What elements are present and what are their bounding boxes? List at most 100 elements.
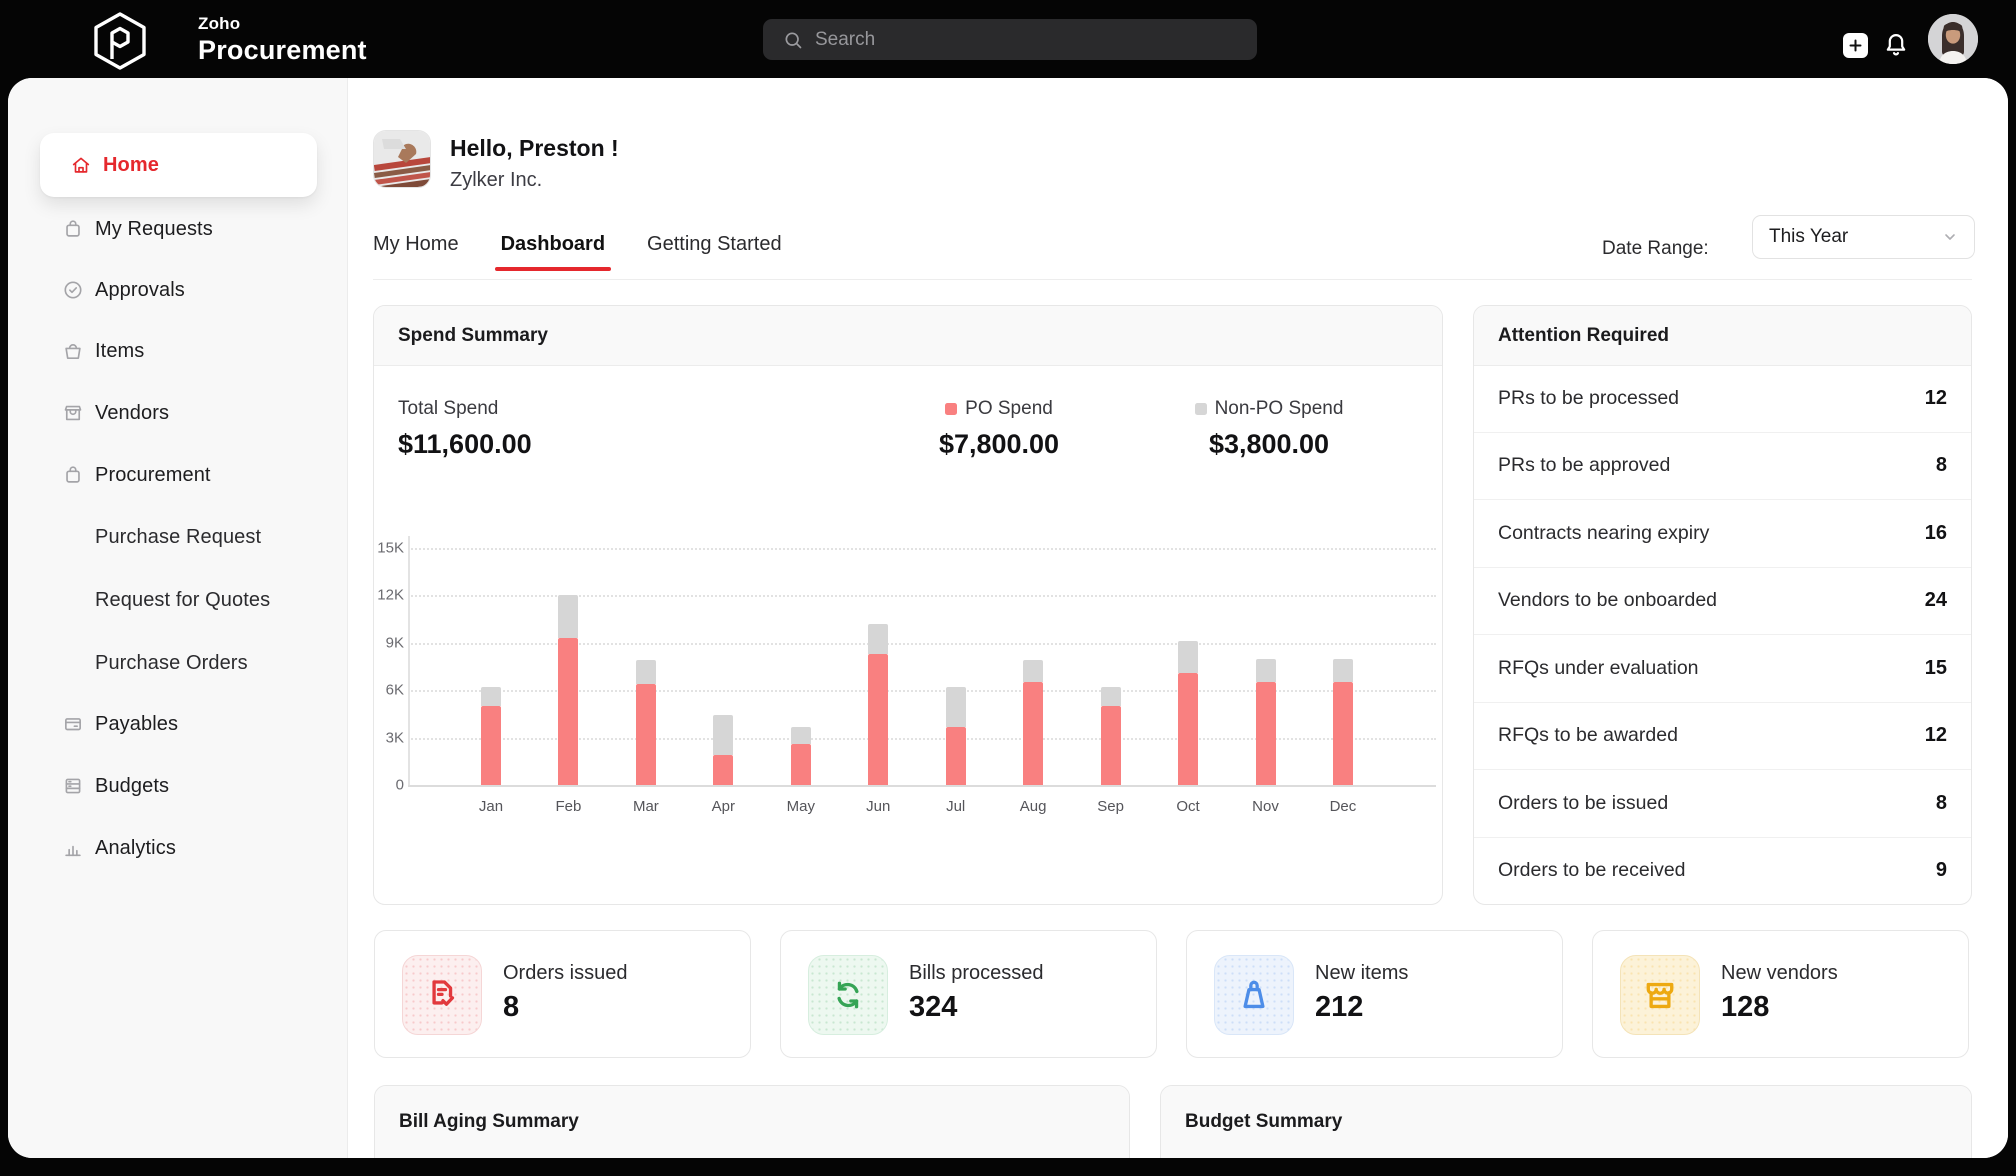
kpi-card-new-vendors[interactable]: New vendors128 (1592, 930, 1969, 1058)
sidebar-item-items[interactable]: Items (8, 323, 348, 379)
bar-po-oct (1178, 673, 1198, 785)
sidebar-item-procurement[interactable]: Procurement (8, 447, 348, 503)
main-content: Hello, Preston ! Zylker Inc. My Home Dash… (348, 78, 2008, 1158)
budget-summary-card: Budget Summary (1160, 1085, 1972, 1158)
x-axis-line (408, 785, 1436, 787)
bar-nonpo-jan (481, 687, 501, 706)
spend-summary-card: Spend Summary Total Spend $11,600.00 PO … (373, 305, 1443, 905)
user-avatar[interactable] (1928, 14, 1978, 64)
total-spend-stat: Total Spend $11,600.00 (398, 398, 532, 460)
bar-po-sep (1101, 706, 1121, 785)
x-tick-feb: Feb (538, 798, 598, 815)
bag-icon (62, 464, 84, 486)
brand-zoho: Zoho (198, 14, 367, 34)
attention-row-vendors-to-be-onboarded[interactable]: Vendors to be onboarded24 (1474, 567, 1971, 635)
sidebar-item-label: Approvals (95, 279, 185, 302)
dashboard-tabs: My Home Dashboard Getting Started (373, 233, 782, 271)
app-logo[interactable]: Zoho Procurement (90, 9, 367, 71)
basket-icon (62, 340, 84, 362)
y-tick-3K: 3K (374, 729, 404, 746)
gridline-15K (408, 548, 1436, 550)
sidebar-item-label: Analytics (95, 837, 176, 860)
sidebar-item-my-requests[interactable]: My Requests (8, 201, 348, 257)
sidebar-item-label: Purchase Orders (95, 652, 248, 675)
y-tick-0: 0 (374, 777, 404, 794)
bill-aging-summary-card: Bill Aging Summary (374, 1085, 1130, 1158)
bar-nonpo-dec (1333, 659, 1353, 683)
x-tick-may: May (771, 798, 831, 815)
sidebar-item-analytics[interactable]: Analytics (8, 820, 348, 876)
attention-row-prs-to-be-approved[interactable]: PRs to be approved8 (1474, 432, 1971, 500)
kpi-card-new-items[interactable]: New items212 (1186, 930, 1563, 1058)
attention-row-orders-to-be-received[interactable]: Orders to be received9 (1474, 837, 1971, 905)
sidebar-item-label: Payables (95, 713, 178, 736)
sidebar-item-purchase-request[interactable]: Purchase Request (8, 509, 348, 565)
total-spend-label: Total Spend (398, 398, 532, 420)
x-tick-jan: Jan (461, 798, 521, 815)
y-axis-line (408, 536, 410, 785)
kpi-card-orders-issued[interactable]: Orders issued8 (374, 930, 751, 1058)
attention-row-orders-to-be-issued[interactable]: Orders to be issued8 (1474, 769, 1971, 837)
document-check-icon (402, 955, 482, 1035)
company-name: Zylker Inc. (450, 169, 542, 192)
bell-icon (1882, 31, 1910, 59)
attention-row-value: 8 (1936, 454, 1947, 477)
search-input[interactable] (813, 28, 1217, 52)
total-spend-value: $11,600.00 (398, 429, 532, 460)
greeting-title: Hello, Preston ! (450, 135, 619, 162)
global-search[interactable] (763, 19, 1257, 60)
x-tick-nov: Nov (1236, 798, 1296, 815)
bar-nonpo-sep (1101, 687, 1121, 706)
spend-summary-title: Spend Summary (398, 325, 548, 347)
home-icon (70, 154, 92, 176)
attention-row-rfqs-under-evaluation[interactable]: RFQs under evaluation15 (1474, 634, 1971, 702)
sidebar-item-request-for-quotes[interactable]: Request for Quotes (8, 572, 348, 628)
sidebar-item-approvals[interactable]: Approvals (8, 262, 348, 318)
zoho-hexagon-logo-icon (90, 11, 150, 71)
nonpo-spend-stat: Non-PO Spend $3,800.00 (1174, 398, 1364, 460)
sidebar-item-home[interactable]: Home (40, 133, 317, 197)
tab-dashboard[interactable]: Dashboard (501, 233, 605, 271)
attention-row-label: Contracts nearing expiry (1498, 522, 1709, 545)
sidebar-item-payables[interactable]: Payables (8, 696, 348, 752)
x-tick-mar: Mar (616, 798, 676, 815)
drawer-icon (62, 713, 84, 735)
sidebar-item-budgets[interactable]: Budgets (8, 758, 348, 814)
attention-row-rfqs-to-be-awarded[interactable]: RFQs to be awarded12 (1474, 702, 1971, 770)
sidebar-item-label: Home (103, 154, 159, 177)
date-range-select[interactable]: This Year (1752, 215, 1975, 259)
attention-row-prs-to-be-processed[interactable]: PRs to be processed12 (1474, 365, 1971, 432)
bar-po-nov (1256, 682, 1276, 785)
plus-icon (1848, 38, 1863, 53)
spend-summary-header: Spend Summary (374, 306, 1442, 366)
sidebar-item-label: Request for Quotes (95, 589, 270, 612)
sidebar-item-vendors[interactable]: Vendors (8, 385, 348, 441)
bar-po-aug (1023, 682, 1043, 785)
brand-text: Zoho Procurement (198, 14, 367, 66)
kpi-card-label: Bills processed (909, 962, 1044, 985)
sidebar-item-purchase-orders[interactable]: Purchase Orders (8, 635, 348, 691)
bar-po-jul (946, 727, 966, 785)
tab-getting-started[interactable]: Getting Started (647, 233, 782, 271)
sidebar-item-label: Purchase Request (95, 526, 261, 549)
attention-row-value: 16 (1925, 522, 1947, 545)
x-tick-apr: Apr (693, 798, 753, 815)
bar-po-feb (558, 638, 578, 785)
tab-my-home[interactable]: My Home (373, 233, 459, 271)
notifications-button[interactable] (1882, 31, 1910, 59)
attention-row-value: 9 (1936, 859, 1947, 882)
attention-row-contracts-nearing-expiry[interactable]: Contracts nearing expiry 16 (1474, 499, 1971, 567)
budget-summary-title: Budget Summary (1185, 1111, 1342, 1133)
screen: Zoho Procurement (0, 0, 2016, 1176)
bar-nonpo-mar (636, 660, 656, 684)
kpi-card-label: Orders issued (503, 962, 628, 985)
quick-add-button[interactable] (1843, 33, 1868, 58)
bar-nonpo-may (791, 727, 811, 744)
x-tick-jul: Jul (926, 798, 986, 815)
y-tick-15K: 15K (374, 540, 404, 557)
spend-bar-chart: 03K6K9K12K15KJanFebMarAprMayJunJulAugSep… (374, 536, 1443, 836)
y-tick-6K: 6K (374, 682, 404, 699)
weight-icon (1214, 955, 1294, 1035)
kpi-card-bills-processed[interactable]: Bills processed324 (780, 930, 1157, 1058)
kpi-card-value: 212 (1315, 991, 1363, 1024)
